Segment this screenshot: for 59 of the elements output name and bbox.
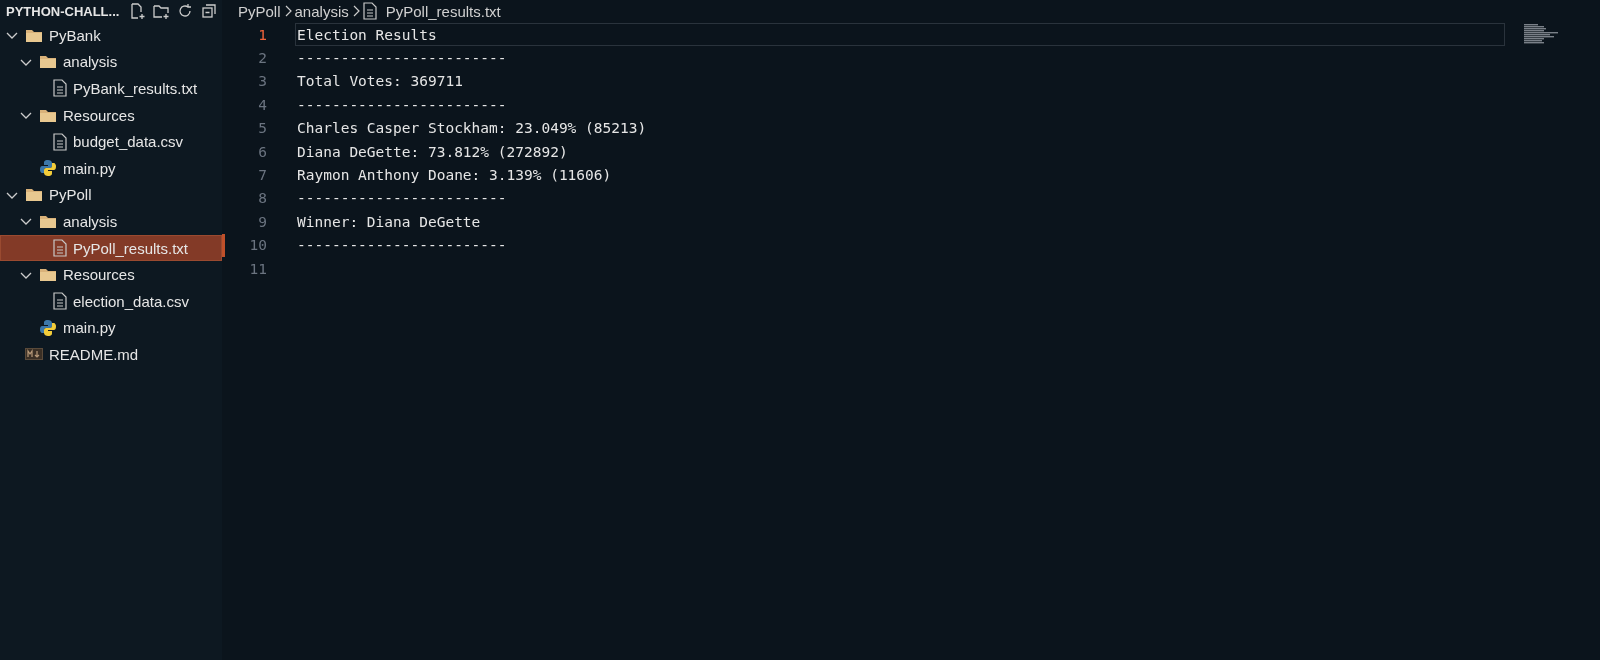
folder-item[interactable]: Resources bbox=[0, 261, 222, 288]
line-number: 8 bbox=[257, 190, 267, 207]
document-icon bbox=[53, 79, 67, 98]
file-item[interactable]: election_data.csv bbox=[0, 287, 222, 315]
markdown-icon bbox=[25, 348, 43, 361]
document-icon bbox=[53, 292, 67, 311]
line-number: 9 bbox=[257, 213, 267, 230]
code-line: Total Votes: 369711 bbox=[297, 73, 463, 90]
file-item[interactable]: main.py bbox=[0, 154, 222, 182]
line-number: 2 bbox=[257, 50, 267, 67]
folder-item[interactable]: PyPoll bbox=[0, 181, 222, 209]
line-number: 5 bbox=[257, 120, 267, 137]
explorer-title: PYTHON-CHALL... bbox=[6, 3, 121, 19]
document-icon bbox=[53, 132, 67, 151]
python-icon bbox=[39, 318, 57, 337]
file-item[interactable]: README.md bbox=[0, 341, 222, 368]
code-line: Diana DeGette: 73.812% (272892) bbox=[297, 143, 568, 160]
folder-item[interactable]: PyBank bbox=[0, 22, 222, 49]
code-line: Charles Casper Stockham: 23.049% (85213) bbox=[297, 120, 647, 137]
code-line: Election Results bbox=[297, 26, 437, 43]
folder-item[interactable]: analysis bbox=[0, 48, 222, 76]
line-number: 1 bbox=[257, 26, 267, 43]
code-line: ------------------------ bbox=[297, 50, 507, 67]
refresh-icon[interactable] bbox=[176, 2, 194, 20]
file-item[interactable]: PyPoll_results.txt bbox=[0, 234, 222, 262]
collapse-all-icon[interactable] bbox=[200, 2, 218, 20]
code-line: ------------------------ bbox=[297, 96, 507, 113]
folder-item[interactable]: Resources bbox=[0, 101, 222, 129]
minimap-drawing bbox=[1524, 24, 1560, 44]
line-number: 10 bbox=[248, 237, 267, 254]
breadcrumb-item[interactable]: analysis bbox=[294, 2, 349, 20]
line-number: 7 bbox=[257, 167, 267, 184]
new-folder-icon[interactable] bbox=[152, 2, 170, 20]
folder-icon bbox=[39, 267, 57, 283]
code-line: ------------------------ bbox=[297, 190, 507, 207]
line-number: 11 bbox=[248, 260, 267, 277]
document-icon bbox=[53, 239, 67, 258]
file-item[interactable]: budget_data.csv bbox=[0, 128, 222, 155]
chevron-icon bbox=[283, 5, 292, 17]
breadcrumb-item[interactable]: PyPoll bbox=[238, 2, 281, 20]
folder-icon bbox=[39, 107, 57, 123]
code-line: Winner: Diana DeGette bbox=[297, 213, 481, 230]
line-number: 6 bbox=[257, 143, 267, 160]
folder-item[interactable]: analysis bbox=[0, 208, 222, 235]
breadcrumb-item[interactable]: PyPoll_results.txt bbox=[385, 2, 501, 20]
line-number: 3 bbox=[257, 73, 267, 90]
code-line: ------------------------ bbox=[297, 237, 507, 254]
code-line: Raymon Anthony Doane: 3.139% (11606) bbox=[297, 167, 612, 184]
folder-icon bbox=[25, 187, 43, 203]
folder-icon bbox=[39, 54, 57, 70]
line-number: 4 bbox=[257, 96, 267, 113]
python-icon bbox=[39, 159, 57, 178]
document-icon bbox=[362, 2, 377, 20]
chevron-icon bbox=[351, 5, 360, 17]
folder-icon bbox=[39, 213, 57, 229]
file-item[interactable]: PyBank_results.txt bbox=[0, 75, 222, 102]
new-file-icon[interactable] bbox=[128, 2, 146, 20]
folder-icon bbox=[25, 27, 43, 43]
file-item[interactable]: main.py bbox=[0, 314, 222, 342]
